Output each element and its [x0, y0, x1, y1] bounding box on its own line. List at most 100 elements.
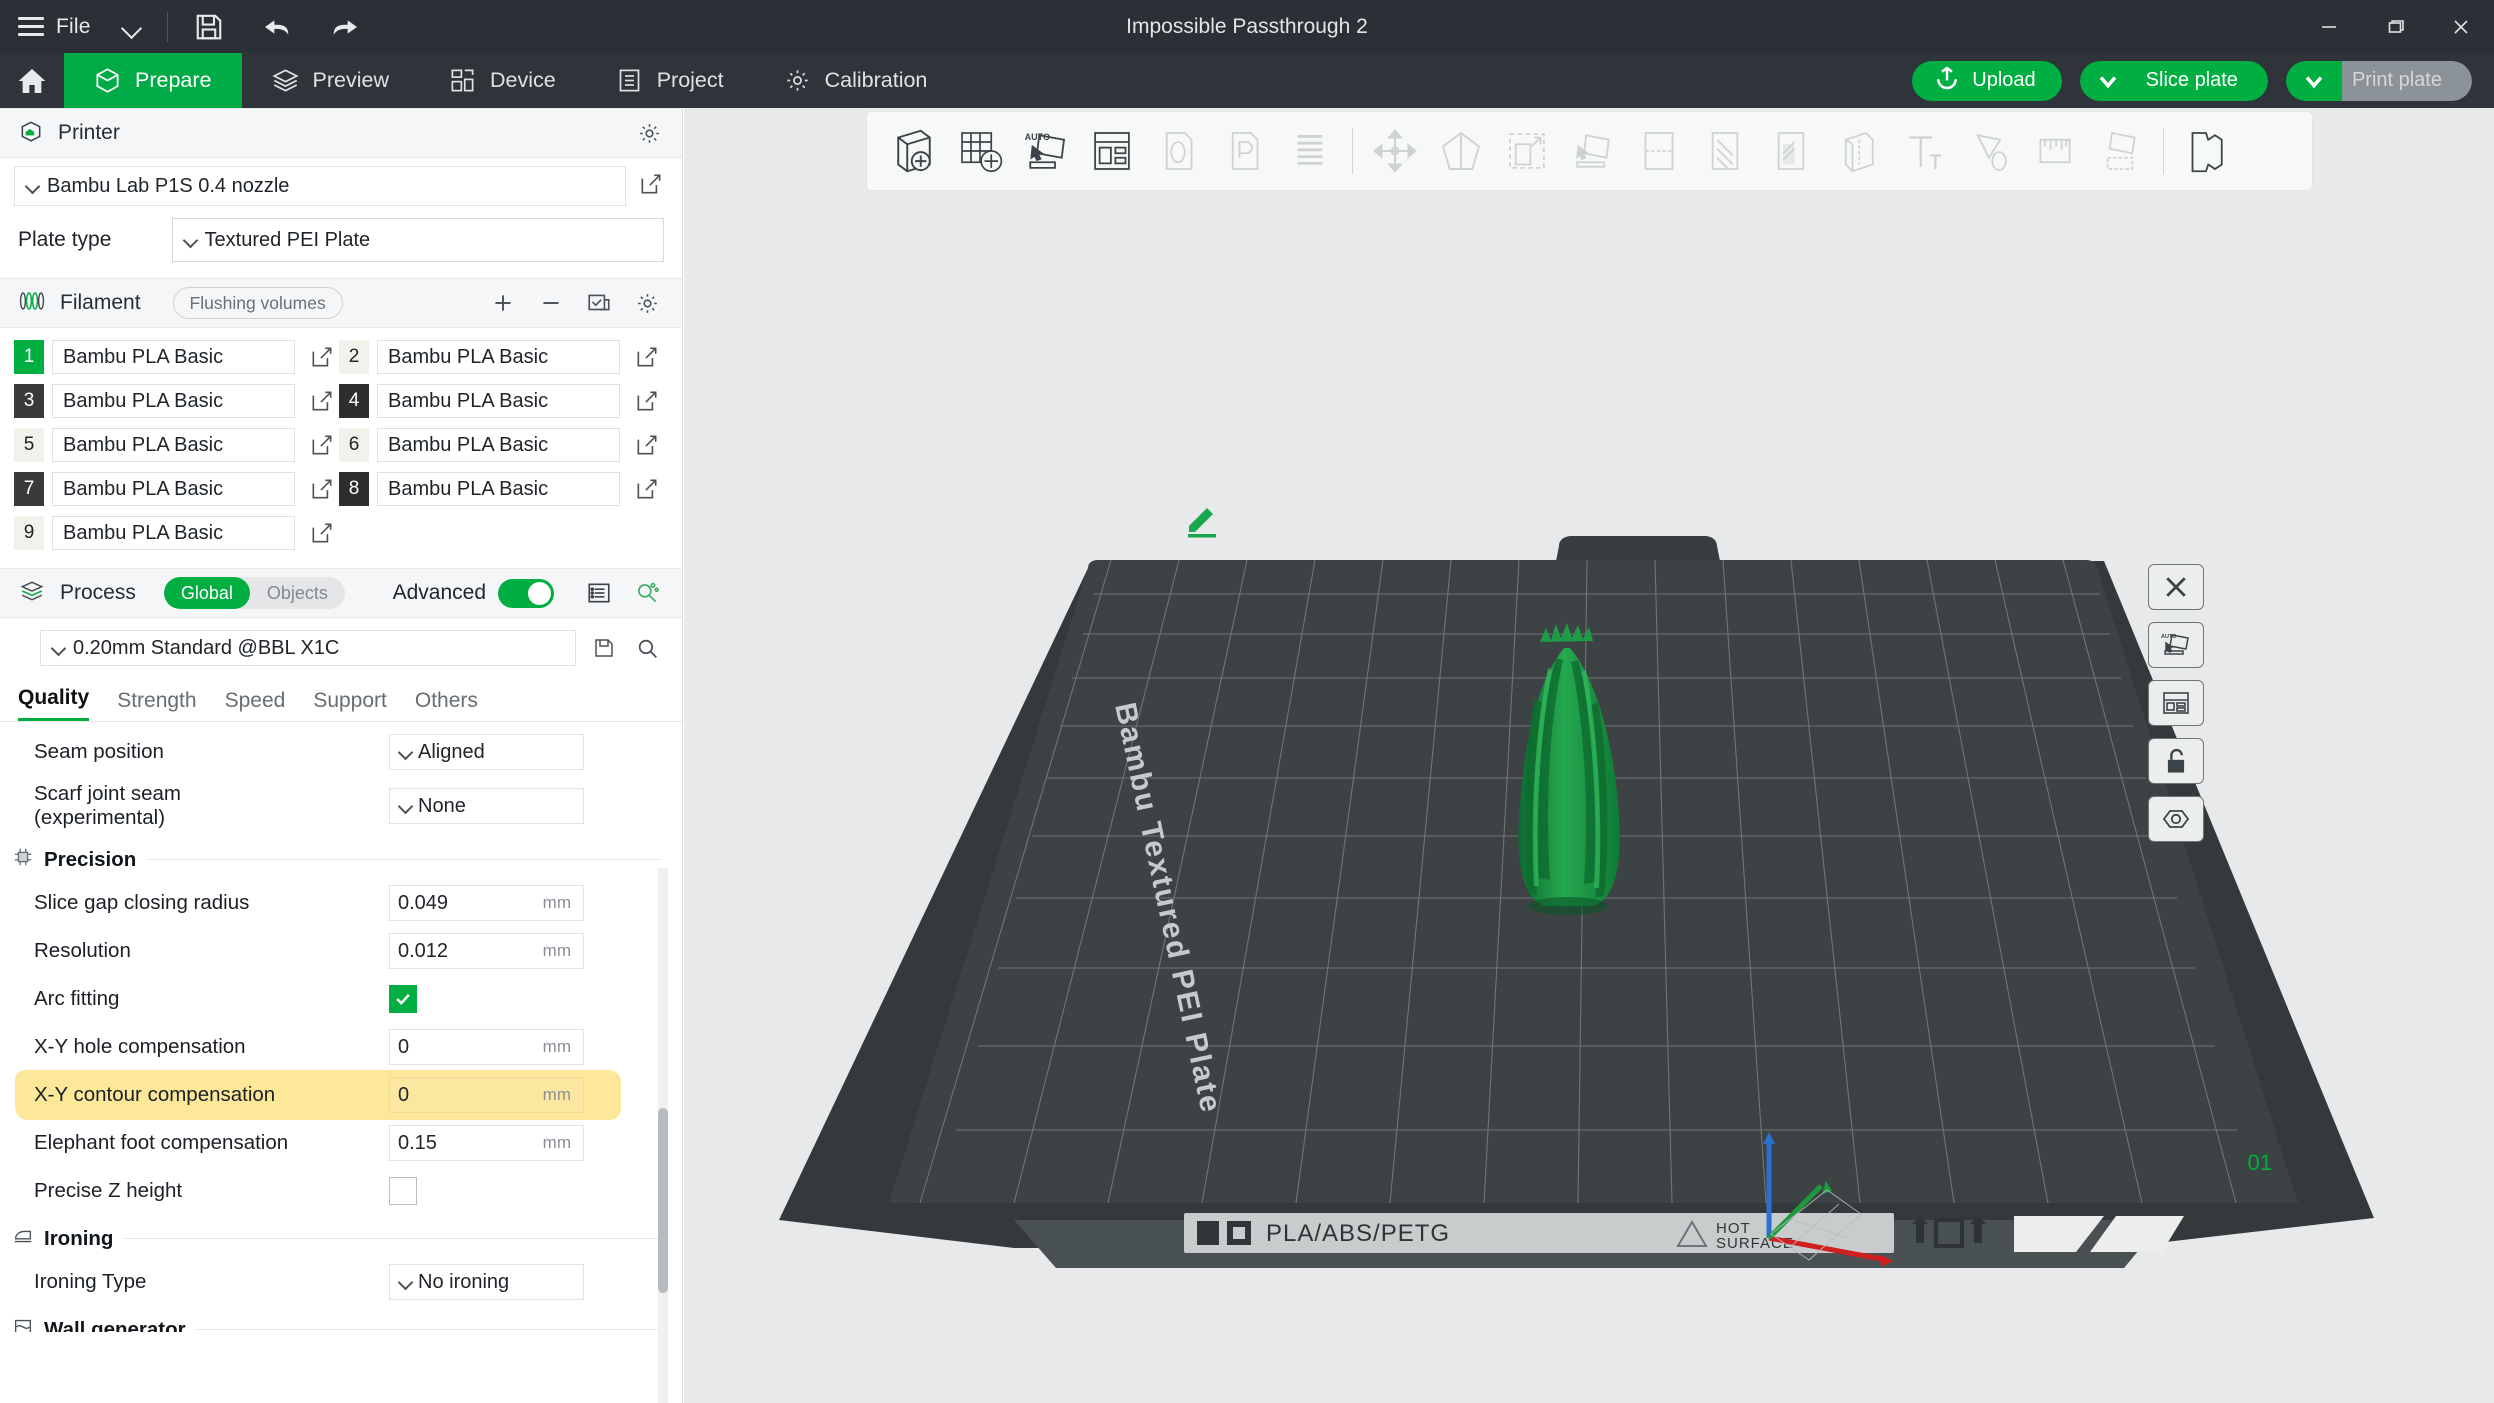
rotate-icon[interactable]: [1428, 118, 1494, 184]
parameter-combo[interactable]: None: [389, 788, 584, 824]
edit-filament-icon[interactable]: [305, 520, 339, 546]
parameter-input[interactable]: 0 mm: [389, 1077, 584, 1113]
filament-name-field[interactable]: Bambu PLA Basic: [52, 384, 295, 418]
filament-color-swatch[interactable]: 2: [339, 340, 369, 374]
tab-project[interactable]: Project: [586, 53, 754, 108]
edit-filament-icon[interactable]: [630, 432, 664, 458]
edit-printer-icon[interactable]: [638, 171, 664, 202]
process-preset-combo[interactable]: 0.20mm Standard @BBL X1C: [40, 630, 576, 666]
save-preset-icon[interactable]: [588, 631, 620, 665]
auto-arrange-icon[interactable]: AUTO: [2148, 622, 2204, 668]
cut-icon[interactable]: [1626, 118, 1692, 184]
filament-color-swatch[interactable]: 6: [339, 428, 369, 462]
filament-name-field[interactable]: Bambu PLA Basic: [52, 428, 295, 462]
add-plate-icon[interactable]: [947, 118, 1013, 184]
plate-type-combo[interactable]: Textured PEI Plate: [171, 218, 664, 262]
auto-arrange-icon[interactable]: AUTO: [1013, 118, 1079, 184]
edit-filament-icon[interactable]: [305, 344, 339, 370]
close-button[interactable]: [2428, 0, 2494, 53]
search-settings-icon[interactable]: [630, 576, 664, 610]
measure-icon[interactable]: [2022, 118, 2088, 184]
scope-global-option[interactable]: Global: [163, 577, 250, 609]
filament-name-field[interactable]: Bambu PLA Basic: [377, 428, 620, 462]
list-view-icon[interactable]: [582, 576, 616, 610]
tab-preview[interactable]: Preview: [242, 53, 419, 108]
process-tab-strength[interactable]: Strength: [117, 689, 196, 721]
filament-name-field[interactable]: Bambu PLA Basic: [377, 472, 620, 506]
undo-icon[interactable]: [260, 10, 294, 44]
printer-settings-gear-icon[interactable]: [634, 118, 664, 148]
edit-filament-icon[interactable]: [630, 388, 664, 414]
support-painting-icon[interactable]: [1692, 118, 1758, 184]
flushing-volumes-button[interactable]: Flushing volumes: [172, 287, 343, 319]
seam-painting-icon[interactable]: [1824, 118, 1890, 184]
edit-filament-icon[interactable]: [630, 476, 664, 502]
orient-plate-icon[interactable]: [1211, 118, 1277, 184]
maximize-button[interactable]: [2362, 0, 2428, 53]
print-plate-dropdown-icon[interactable]: [2285, 60, 2342, 101]
parameter-input[interactable]: 0 mm: [389, 1029, 584, 1065]
slice-plate-button[interactable]: Slice plate: [2079, 60, 2268, 101]
text-emboss-icon[interactable]: [1890, 118, 1956, 184]
eye-icon[interactable]: [2148, 796, 2204, 842]
filament-settings-gear-icon[interactable]: [630, 286, 664, 320]
arrange-options-icon[interactable]: [1079, 118, 1145, 184]
filament-name-field[interactable]: Bambu PLA Basic: [52, 516, 295, 550]
parameter-combo[interactable]: Aligned: [389, 734, 584, 770]
svg-icon[interactable]: [1956, 118, 2022, 184]
minimize-button[interactable]: [2296, 0, 2362, 53]
filament-color-swatch[interactable]: 4: [339, 384, 369, 418]
filament-color-swatch[interactable]: 8: [339, 472, 369, 506]
sync-filament-icon[interactable]: [582, 286, 616, 320]
parameter-checkbox[interactable]: [389, 1177, 417, 1205]
advanced-toggle[interactable]: [498, 578, 554, 608]
parameter-input[interactable]: 0.012 mm: [389, 933, 584, 969]
filament-color-swatch[interactable]: 1: [14, 340, 44, 374]
filament-name-field[interactable]: Bambu PLA Basic: [52, 340, 295, 374]
parameter-combo[interactable]: No ironing: [389, 1264, 584, 1300]
edit-filament-icon[interactable]: [305, 476, 339, 502]
process-tab-others[interactable]: Others: [415, 689, 478, 721]
advanced-toggle-group[interactable]: Advanced: [393, 578, 554, 608]
edit-filament-icon[interactable]: [630, 344, 664, 370]
tab-device[interactable]: Device: [419, 53, 586, 108]
filament-color-swatch[interactable]: 5: [14, 428, 44, 462]
filament-color-swatch[interactable]: 9: [14, 516, 44, 550]
search-icon[interactable]: [632, 631, 664, 665]
print-plate-button[interactable]: Print plate: [2285, 60, 2472, 101]
redo-icon[interactable]: [328, 10, 362, 44]
printer-preset-combo[interactable]: Bambu Lab P1S 0.4 nozzle: [14, 166, 626, 206]
process-tab-support[interactable]: Support: [313, 689, 387, 721]
add-object-icon[interactable]: [881, 118, 947, 184]
filament-name-field[interactable]: Bambu PLA Basic: [377, 384, 620, 418]
unlock-icon[interactable]: [2148, 738, 2204, 784]
mesh-boolean-icon[interactable]: [2173, 118, 2239, 184]
add-filament-icon[interactable]: [486, 286, 520, 320]
save-icon[interactable]: [192, 10, 226, 44]
color-painting-icon[interactable]: [1758, 118, 1824, 184]
filament-name-field[interactable]: Bambu PLA Basic: [52, 472, 295, 506]
scale-icon[interactable]: [1494, 118, 1560, 184]
filament-color-swatch[interactable]: 3: [14, 384, 44, 418]
file-menu-button[interactable]: File: [0, 0, 101, 53]
split-to-objects-icon[interactable]: [1277, 118, 1343, 184]
split-view-icon[interactable]: [2148, 680, 2204, 726]
move-icon[interactable]: [1362, 118, 1428, 184]
3d-viewport[interactable]: Bambu Textured PEI Plate PLA/ABS/PETG HO…: [684, 108, 2494, 1403]
upload-button[interactable]: Upload: [1912, 60, 2062, 101]
slice-plate-label[interactable]: Slice plate: [2135, 60, 2268, 101]
orient-object-icon[interactable]: [1145, 118, 1211, 184]
parameter-scrollbar[interactable]: [658, 1108, 668, 1293]
process-scope-toggle[interactable]: Global Objects: [163, 577, 345, 609]
scope-objects-option[interactable]: Objects: [250, 577, 345, 609]
process-tab-speed[interactable]: Speed: [225, 689, 286, 721]
edit-filament-icon[interactable]: [305, 388, 339, 414]
home-icon[interactable]: [0, 53, 64, 108]
filament-color-swatch[interactable]: 7: [14, 472, 44, 506]
parameter-checkbox[interactable]: [389, 985, 417, 1013]
delete-icon[interactable]: [2148, 564, 2204, 610]
remove-filament-icon[interactable]: [534, 286, 568, 320]
tab-prepare[interactable]: Prepare: [64, 53, 242, 108]
filament-name-field[interactable]: Bambu PLA Basic: [377, 340, 620, 374]
chevron-down-icon[interactable]: [121, 16, 143, 38]
